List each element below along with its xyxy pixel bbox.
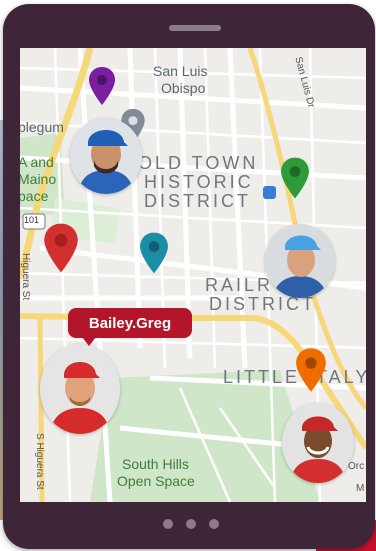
street-label: S Higuera St bbox=[34, 433, 45, 490]
indicator-dot bbox=[163, 519, 173, 529]
map-label: HISTORIC bbox=[144, 172, 254, 192]
worker-name-callout[interactable]: Bailey.Greg bbox=[68, 308, 192, 346]
map-label: pace bbox=[20, 188, 49, 204]
orange-pin-icon[interactable] bbox=[295, 346, 327, 394]
indicator-dot bbox=[186, 519, 196, 529]
red-pin-icon[interactable] bbox=[43, 220, 79, 276]
worker-avatar-red-cap[interactable] bbox=[40, 344, 120, 434]
tablet-speaker bbox=[169, 25, 221, 31]
worker-avatar-image bbox=[282, 403, 354, 483]
worker-avatar-blue-cap-2[interactable] bbox=[265, 224, 335, 298]
indicator-dot bbox=[209, 519, 219, 529]
map-label: plegum bbox=[20, 119, 64, 135]
map-label: South Hills bbox=[122, 456, 189, 472]
street-label: M bbox=[356, 483, 365, 494]
map-label: San Luis bbox=[153, 63, 208, 79]
green-pin-icon[interactable] bbox=[280, 156, 310, 200]
worker-avatar-image bbox=[70, 118, 142, 194]
street-label: Orc bbox=[348, 461, 365, 472]
teal-pin-icon[interactable] bbox=[139, 230, 169, 276]
worker-avatar-red-cap-2[interactable] bbox=[282, 403, 354, 483]
map-label: DISTRICT bbox=[144, 191, 251, 211]
map-label: OLD TOWN bbox=[138, 153, 259, 173]
worker-avatar-blue-cap[interactable] bbox=[70, 118, 142, 194]
highway-number: 101 bbox=[24, 215, 40, 225]
map-label: Maino bbox=[20, 171, 57, 187]
street-label: Higuera St bbox=[20, 253, 31, 301]
worker-avatar-image bbox=[40, 344, 120, 434]
map-label: Open Space bbox=[117, 473, 195, 489]
map-view[interactable]: San Luis Obispo OLD TOWN HISTORIC DISTRI… bbox=[20, 48, 366, 502]
tablet-frame: San Luis Obispo OLD TOWN HISTORIC DISTRI… bbox=[3, 4, 375, 549]
map-label: Obispo bbox=[161, 80, 206, 96]
map-label: RAILR bbox=[205, 275, 274, 295]
transit-icon bbox=[263, 186, 276, 199]
worker-avatar-image bbox=[265, 224, 335, 298]
page-indicator bbox=[163, 519, 219, 529]
map-label: A and bbox=[20, 154, 54, 170]
purple-pin-icon[interactable] bbox=[88, 66, 116, 106]
